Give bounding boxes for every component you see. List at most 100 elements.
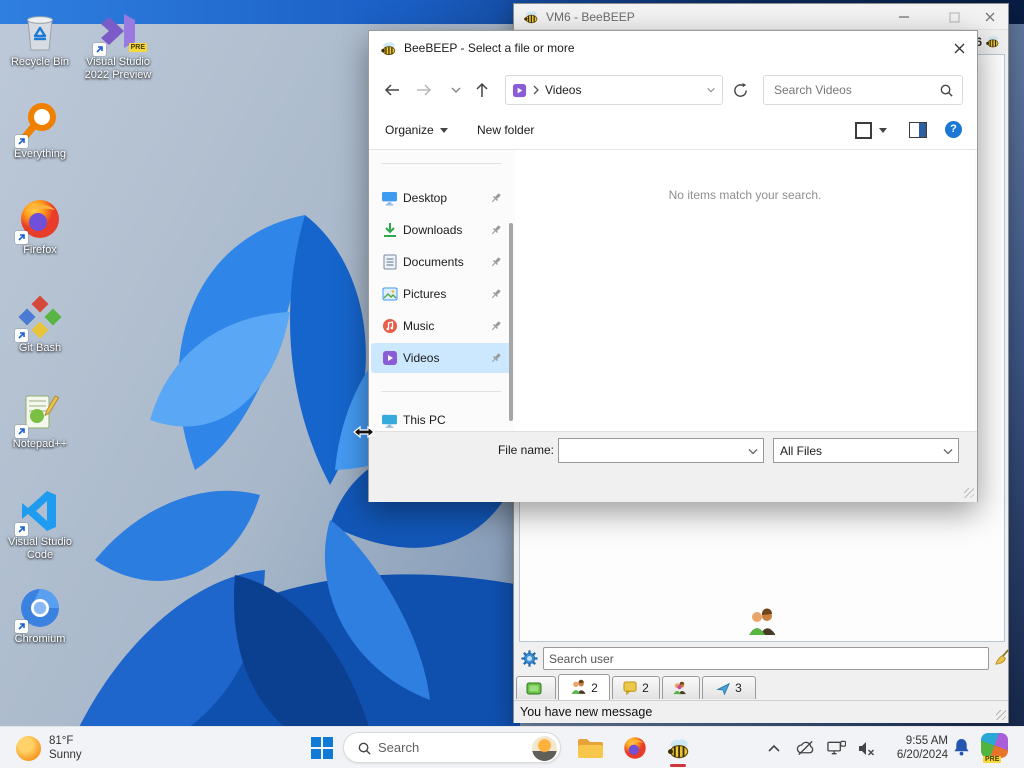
dialog-nav-bar: Videos (369, 71, 977, 109)
back-button[interactable] (381, 79, 403, 101)
help-button[interactable]: ? (945, 121, 962, 138)
breadcrumb-location[interactable]: Videos (545, 83, 581, 97)
sidebar-item-downloads[interactable]: Downloads (371, 215, 511, 245)
taskbar-search-input[interactable] (378, 733, 518, 762)
chat-yellow-icon (623, 681, 637, 695)
organize-label: Organize (385, 123, 434, 137)
firefox-taskbar-icon[interactable] (618, 733, 652, 763)
chevron-down-icon (439, 127, 448, 133)
dialog-command-bar: Organize New folder ? (369, 115, 977, 149)
shortcut-arrow-icon (15, 425, 28, 438)
sidebar-item-label: Desktop (403, 191, 448, 205)
shortcut-arrow-icon (15, 231, 28, 244)
pin-icon[interactable] (489, 223, 503, 237)
view-mode-button[interactable] (855, 122, 872, 139)
new-folder-button[interactable]: New folder (477, 123, 534, 137)
sidebar-item-videos[interactable]: Videos (371, 343, 511, 373)
sidebar-item-label: Pictures (403, 287, 447, 301)
search-icon[interactable] (939, 83, 954, 98)
everything-icon (15, 100, 63, 148)
file-name-combo (558, 438, 764, 463)
up-button[interactable] (471, 79, 493, 101)
close-button[interactable] (976, 5, 1004, 29)
pin-icon[interactable] (489, 351, 503, 365)
onedrive-offline-icon[interactable] (794, 738, 816, 758)
shortcut-arrow-icon (15, 523, 28, 536)
tab-chats[interactable]: 2 (612, 676, 660, 699)
documents-icon (383, 254, 397, 270)
preview-app-tray-icon[interactable]: PRE (980, 733, 1010, 763)
recent-locations-chevron-icon[interactable] (445, 79, 467, 101)
visual-studio-preview-icon: PRE (93, 8, 147, 56)
resize-grip[interactable] (996, 710, 1006, 720)
search-user-input[interactable] (543, 647, 989, 670)
chat-panel-icon (526, 682, 542, 694)
file-name-input[interactable] (559, 439, 743, 462)
sidebar-scrollbar[interactable] (509, 223, 513, 421)
pictures-icon (382, 287, 398, 301)
file-type-select[interactable]: All Files (773, 438, 959, 463)
dialog-titlebar: BeeBEEP - Select a file or more (369, 31, 977, 65)
pin-icon[interactable] (489, 319, 503, 333)
tray-clock[interactable]: 9:55 AM 6/20/2024 (884, 734, 948, 762)
notification-bell-icon[interactable] (950, 737, 972, 757)
pin-icon[interactable] (489, 191, 503, 205)
search-highlight-image (532, 736, 557, 761)
tab-count: 2 (642, 681, 649, 695)
dialog-resize-grip[interactable] (964, 488, 974, 498)
videos-icon (383, 351, 397, 365)
tab-groups[interactable] (662, 676, 700, 699)
shortcut-arrow-icon (15, 329, 28, 342)
pin-icon[interactable] (489, 287, 503, 301)
desktop-icon (382, 191, 397, 206)
minimize-button[interactable] (890, 5, 918, 29)
user-list-options-icon[interactable] (520, 649, 539, 668)
start-button[interactable] (306, 733, 338, 763)
desktop-icon-vs2022-preview[interactable]: PRE Visual Studio 2022 Preview (79, 8, 157, 82)
desktop-icon-everything[interactable]: Everything (1, 100, 79, 161)
sidebar-item-desktop[interactable]: Desktop (371, 183, 511, 213)
sidebar-item-label: Documents (403, 255, 464, 269)
file-list-area[interactable]: No items match your search. (515, 150, 975, 431)
taskbar-search[interactable] (343, 732, 561, 763)
desktop-icon-notepadpp[interactable]: Notepad++ (1, 390, 79, 451)
desktop-icon-chromium[interactable]: Chromium (1, 585, 79, 646)
pin-icon[interactable] (489, 255, 503, 269)
address-bar[interactable]: Videos (505, 75, 723, 105)
pre-badge: PRE (128, 43, 147, 52)
address-dropdown-chevron-icon[interactable] (706, 85, 716, 95)
sidebar-item-music[interactable]: Music (371, 311, 511, 341)
forward-button[interactable] (413, 79, 435, 101)
desktop-icon-firefox[interactable]: Firefox (1, 196, 79, 257)
view-mode-chevron-icon[interactable] (879, 128, 887, 133)
file-explorer-taskbar-icon[interactable] (573, 733, 607, 763)
desktop-icon-git-bash[interactable]: Git Bash (1, 294, 79, 355)
empty-folder-message: No items match your search. (668, 188, 822, 202)
search-videos-input[interactable] (764, 76, 962, 104)
desktop-icon-label: Recycle Bin (10, 56, 70, 68)
clear-search-icon[interactable] (993, 648, 1012, 667)
tray-overflow-chevron-icon[interactable] (763, 738, 785, 758)
network-ethernet-icon[interactable] (825, 738, 847, 758)
desktop-icon-recycle-bin[interactable]: Recycle Bin (1, 8, 79, 69)
desktop-screen: Recycle Bin PRE Visual Studio 2022 Previ… (0, 0, 1024, 768)
tab-chat[interactable] (516, 676, 556, 699)
weather-temp: 81°F (49, 735, 74, 747)
sidebar-item-documents[interactable]: Documents (371, 247, 511, 277)
sidebar-item-pictures[interactable]: Pictures (371, 279, 511, 309)
downloads-icon (384, 223, 396, 237)
maximize-button[interactable] (940, 5, 968, 29)
chevron-down-icon[interactable] (748, 448, 758, 456)
volume-muted-icon[interactable] (855, 738, 877, 758)
tab-file-transfers[interactable]: 3 (702, 676, 756, 699)
navigation-sidebar: Desktop Downloads Documents Pictures Mus… (369, 150, 513, 431)
weather-widget[interactable]: 81°F Sunny (10, 732, 88, 764)
dialog-close-button[interactable] (943, 33, 975, 63)
beebeep-taskbar-icon[interactable] (661, 733, 695, 767)
firefox-icon (15, 196, 63, 244)
tab-users[interactable]: 2 (558, 674, 610, 700)
preview-pane-button[interactable] (909, 122, 927, 138)
refresh-button[interactable] (729, 79, 751, 101)
organize-button[interactable]: Organize (385, 123, 448, 137)
desktop-icon-vscode[interactable]: Visual Studio Code (1, 488, 79, 562)
